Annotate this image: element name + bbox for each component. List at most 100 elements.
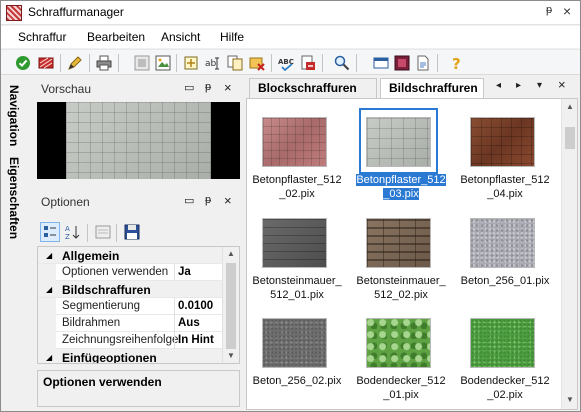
property-value[interactable]: In Hint xyxy=(178,334,224,346)
export-icon[interactable] xyxy=(298,53,318,73)
help-icon[interactable]: ? xyxy=(447,53,467,73)
ok-icon[interactable] xyxy=(13,53,33,73)
collapse-icon[interactable]: ◢ xyxy=(46,353,52,362)
hatch-thumbnail xyxy=(470,117,535,167)
scroll-thumb[interactable] xyxy=(226,263,236,349)
tile-label-1: Bodendecker_512 xyxy=(460,375,550,387)
tile-label-1: Bodendecker_512 xyxy=(356,375,446,387)
property-name: Bildrahmen xyxy=(62,317,121,329)
close-icon[interactable]: × xyxy=(224,193,232,208)
image-icon[interactable] xyxy=(153,53,173,73)
preview-pane-header: Vorschau ▭ ᵽ × xyxy=(37,79,240,99)
toolbar: ab ABC ? xyxy=(1,49,580,75)
tile-label-2: _02.pix xyxy=(487,389,523,401)
property-row[interactable]: Zeichnungsreihenfolge In Hint xyxy=(38,332,224,349)
restore-icon[interactable]: ▭ xyxy=(184,194,194,207)
hatch-thumbnail xyxy=(262,318,327,368)
close-icon[interactable]: × xyxy=(563,3,571,19)
tile-label-2: 512_02.pix xyxy=(374,289,428,301)
property-row[interactable]: Optionen verwenden Ja xyxy=(38,264,224,281)
menu-bearbeiten[interactable]: Bearbeiten xyxy=(87,30,145,44)
tab-blockschraffuren[interactable]: Blockschraffuren xyxy=(249,78,377,98)
scroll-down-icon[interactable]: ▼ xyxy=(227,351,235,360)
close-icon[interactable]: × xyxy=(224,80,232,95)
property-row[interactable]: Bildrahmen Aus xyxy=(38,315,224,332)
scroll-up-icon[interactable]: ▲ xyxy=(566,102,574,111)
hatch-tile[interactable]: Betonpflaster_512 _03.pix xyxy=(351,105,451,200)
menu-ansicht[interactable]: Ansicht xyxy=(161,30,200,44)
tab-navigation[interactable]: Navigation xyxy=(7,85,21,146)
property-row[interactable]: Segmentierung 0.0100 xyxy=(38,298,224,315)
preview-icon[interactable] xyxy=(132,53,152,73)
tab-bildschraffuren[interactable]: Bildschraffuren xyxy=(380,78,484,99)
delete-icon[interactable] xyxy=(36,53,56,73)
document-icon[interactable] xyxy=(413,53,433,73)
hatch-thumbnail-view: Betonpflaster_512 _02.pix Betonpflaster_5… xyxy=(246,98,578,410)
new-icon[interactable] xyxy=(181,53,201,73)
hatch-preview xyxy=(37,102,240,179)
edit-icon[interactable] xyxy=(65,53,85,73)
spellcheck-icon[interactable]: ABC xyxy=(276,53,296,73)
property-grid-scrollbar[interactable]: ▲ ▼ xyxy=(222,247,239,363)
copy-icon[interactable] xyxy=(225,53,245,73)
scroll-up-icon[interactable]: ▲ xyxy=(227,249,235,258)
category-allgemein[interactable]: ◢ Allgemein xyxy=(38,247,224,264)
options-toolbar: AZ xyxy=(37,220,240,244)
categorized-icon[interactable] xyxy=(40,222,60,242)
tab-properties[interactable]: Eigenschaften xyxy=(7,157,21,239)
hatch-tabs: Blockschraffuren Bildschraffuren ◂ ▸ ▾ × xyxy=(246,76,578,99)
hatch-thumbnail xyxy=(366,318,431,368)
close-icon[interactable]: × xyxy=(558,77,566,92)
tile-label-2: _01.pix xyxy=(383,389,419,401)
stop-icon[interactable] xyxy=(392,53,412,73)
window-icon[interactable] xyxy=(371,53,391,73)
tab-list-icon[interactable]: ▾ xyxy=(537,80,542,91)
collapse-icon[interactable]: ◢ xyxy=(46,285,52,294)
hatch-tile[interactable]: Beton_256_02.pix xyxy=(247,306,347,401)
tile-label-1: Betonpflaster_512 xyxy=(460,174,550,186)
scroll-down-icon[interactable]: ▼ xyxy=(566,395,574,404)
move-icon[interactable] xyxy=(247,53,267,73)
property-value[interactable]: Ja xyxy=(178,266,224,278)
hatch-tile[interactable]: Betonpflaster_512 _02.pix xyxy=(247,105,347,200)
hatch-tile[interactable]: Bodendecker_512 _01.pix xyxy=(351,306,451,401)
tile-label-1: Betonpflaster_512 xyxy=(252,174,342,186)
restore-icon[interactable]: ▭ xyxy=(184,81,194,94)
tab-scroll-left-icon[interactable]: ◂ xyxy=(496,80,501,91)
search-icon[interactable] xyxy=(332,53,352,73)
tab-scroll-right-icon[interactable]: ▸ xyxy=(516,80,521,91)
tile-label-1: Betonpflaster_512 xyxy=(356,174,446,186)
pin-icon[interactable]: ᵽ xyxy=(205,81,211,93)
hatch-thumbnail xyxy=(262,117,327,167)
hatch-tile[interactable]: Betonpflaster_512 _04.pix xyxy=(455,105,555,200)
rename-icon[interactable]: ab xyxy=(203,53,223,73)
menu-hilfe[interactable]: Hilfe xyxy=(220,30,244,44)
hatch-thumbnail xyxy=(366,117,431,167)
save-icon[interactable] xyxy=(122,222,142,242)
sort-alphabetical-icon[interactable]: AZ xyxy=(63,222,83,242)
pin-icon[interactable]: ᵽ xyxy=(205,194,211,206)
hatch-tile[interactable]: Bodendecker_512 _02.pix xyxy=(455,306,555,401)
hatch-thumbnail xyxy=(262,218,327,268)
scroll-thumb[interactable] xyxy=(565,127,575,149)
pin-icon[interactable]: ᵽ xyxy=(546,4,552,16)
collapse-icon[interactable]: ◢ xyxy=(46,251,52,260)
hatch-thumbnail xyxy=(470,218,535,268)
category-bildschraffuren[interactable]: ◢ Bildschraffuren xyxy=(38,281,224,298)
tile-label-2: _04.pix xyxy=(487,188,523,200)
print-icon[interactable] xyxy=(94,53,114,73)
preview-texture xyxy=(66,102,211,179)
options-pane-header: Optionen ▭ ᵽ × xyxy=(37,192,240,212)
hatch-tile[interactable]: Betonsteinmauer_ 512_01.pix xyxy=(247,206,347,301)
preview-pane-title: Vorschau xyxy=(41,82,92,96)
hatch-tile[interactable]: Beton_256_01.pix xyxy=(455,206,555,301)
menu-bar: Schraffur Bearbeiten Ansicht Hilfe xyxy=(1,26,580,48)
menu-schraffur[interactable]: Schraffur xyxy=(18,30,66,44)
property-value[interactable]: Aus xyxy=(178,317,224,329)
hatch-tile[interactable]: Betonsteinmauer_ 512_02.pix xyxy=(351,206,451,301)
category-einfuegeoptionen[interactable]: ◢ Einfügeoptionen xyxy=(38,349,224,363)
property-value[interactable]: 0.0100 xyxy=(178,300,224,312)
description-title: Optionen verwenden xyxy=(43,375,162,389)
thumbnail-scrollbar[interactable]: ▲ ▼ xyxy=(561,99,577,409)
property-pages-icon[interactable] xyxy=(93,222,113,242)
